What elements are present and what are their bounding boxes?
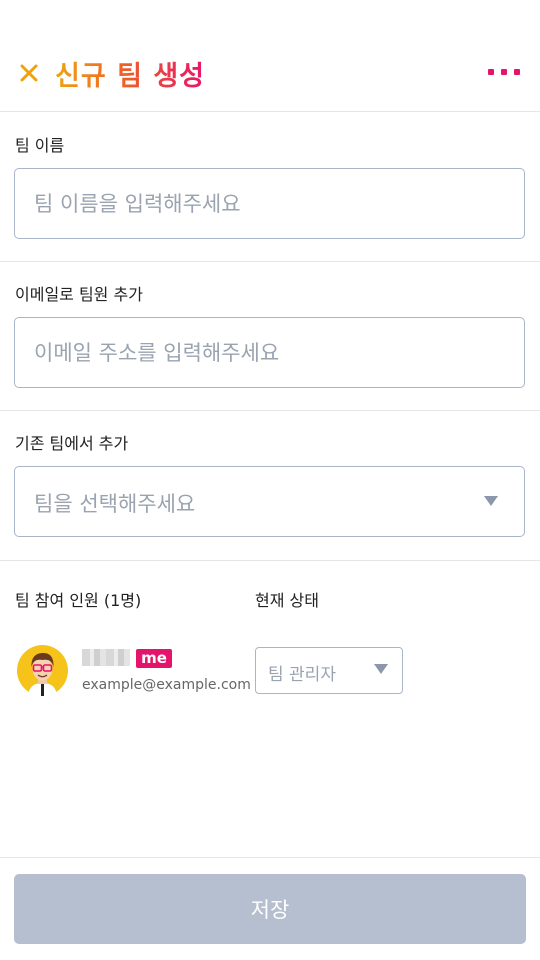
member-name-redacted xyxy=(82,649,130,666)
team-name-label: 팀 이름 xyxy=(15,136,65,155)
more-dots-icon xyxy=(488,69,494,75)
me-badge: me xyxy=(136,649,172,668)
team-name-field[interactable] xyxy=(14,168,525,239)
team-name-input[interactable] xyxy=(15,169,524,238)
email-input[interactable] xyxy=(15,318,524,387)
chevron-down-icon xyxy=(484,496,498,506)
page-title: 신규 팀 생성 xyxy=(55,54,205,93)
email-field[interactable] xyxy=(14,317,525,388)
email-add-label: 이메일로 팀원 추가 xyxy=(15,285,143,304)
existing-team-section: 기존 팀에서 추가 팀을 선택해주세요 xyxy=(0,411,540,561)
close-button[interactable] xyxy=(14,58,44,88)
save-button[interactable]: 저장 xyxy=(14,874,526,944)
member-email: example@example.com xyxy=(82,677,251,693)
existing-team-label: 기존 팀에서 추가 xyxy=(15,434,129,453)
chevron-down-icon xyxy=(374,664,388,674)
existing-team-selected: 팀을 선택해주세요 xyxy=(34,492,196,516)
avatar xyxy=(17,645,68,696)
footer-divider xyxy=(0,857,540,858)
email-add-section: 이메일로 팀원 추가 xyxy=(0,262,540,411)
more-options-button[interactable] xyxy=(488,62,520,82)
status-column-label: 현재 상태 xyxy=(255,591,319,610)
close-icon xyxy=(20,64,38,82)
member-role-select[interactable]: 팀 관리자 xyxy=(255,647,403,694)
team-name-section: 팀 이름 xyxy=(0,112,540,262)
existing-team-select[interactable]: 팀을 선택해주세요 xyxy=(14,466,525,537)
app-header: 신규 팀 생성 xyxy=(0,0,540,112)
member-role-value: 팀 관리자 xyxy=(268,665,336,685)
member-count-label: 팀 참여 인원 (1명) xyxy=(15,591,142,610)
